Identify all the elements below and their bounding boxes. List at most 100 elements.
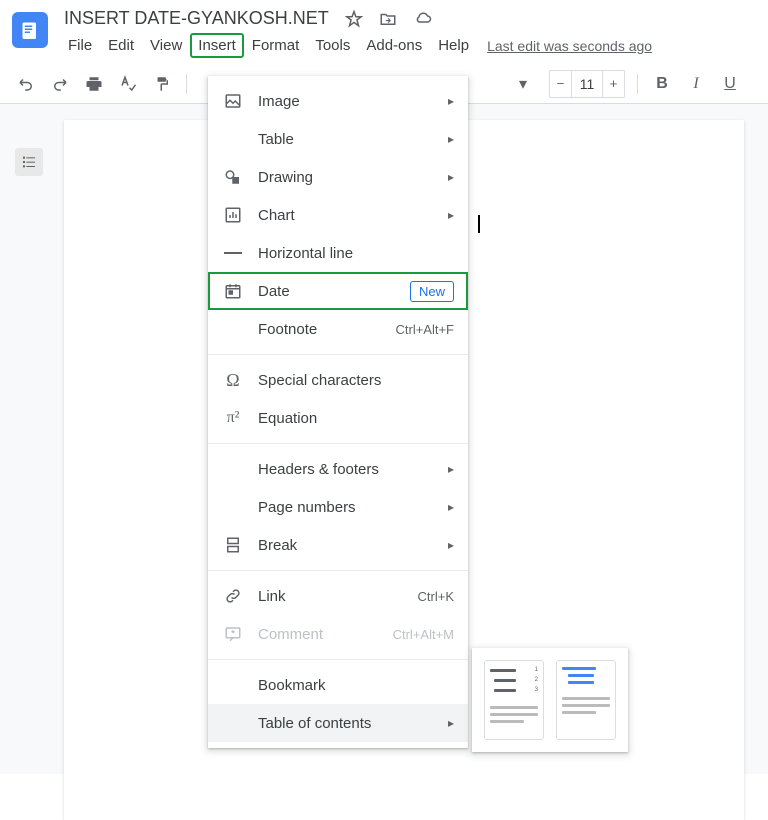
menu-addons[interactable]: Add-ons (358, 33, 430, 58)
insert-headers-footers[interactable]: Headers & footers ▸ (208, 450, 468, 488)
separator (208, 570, 468, 571)
font-size-group: − + (549, 70, 625, 98)
separator (208, 443, 468, 444)
underline-button[interactable]: U (718, 72, 742, 96)
toc-with-links[interactable] (556, 660, 616, 740)
empty-icon (222, 318, 244, 340)
bold-button[interactable]: B (650, 72, 674, 96)
shortcut: Ctrl+Alt+F (395, 322, 454, 337)
menu-tools[interactable]: Tools (307, 33, 358, 58)
styles-dropdown[interactable]: ▾ (519, 74, 539, 94)
break-icon (222, 534, 244, 556)
drawing-icon (222, 166, 244, 188)
font-size-input[interactable] (572, 71, 602, 97)
insert-chart[interactable]: Chart ▸ (208, 196, 468, 234)
separator (637, 74, 638, 94)
insert-break[interactable]: Break ▸ (208, 526, 468, 564)
menubar: File Edit View Insert Format Tools Add-o… (60, 29, 756, 64)
comment-icon (222, 623, 244, 645)
shortcut: Ctrl+Alt+M (393, 627, 454, 642)
last-edit-link[interactable]: Last edit was seconds ago (487, 38, 652, 54)
insert-image[interactable]: Image ▸ (208, 82, 468, 120)
insert-table[interactable]: Table ▸ (208, 120, 468, 158)
label: Date (258, 283, 402, 300)
toc-with-page-numbers[interactable]: 1 2 3 (484, 660, 544, 740)
chart-icon (222, 204, 244, 226)
label: Bookmark (258, 677, 454, 694)
insert-date[interactable]: Date New (208, 272, 468, 310)
omega-icon: Ω (222, 369, 244, 391)
undo-button[interactable] (14, 72, 38, 96)
label: Special characters (258, 372, 454, 389)
format-paint-button[interactable] (150, 72, 174, 96)
insert-table-of-contents[interactable]: Table of contents ▸ (208, 704, 468, 742)
insert-footnote[interactable]: Footnote Ctrl+Alt+F (208, 310, 468, 348)
label: Footnote (258, 321, 395, 338)
label: Drawing (258, 169, 442, 186)
empty-icon (222, 458, 244, 480)
spellcheck-button[interactable] (116, 72, 140, 96)
toc-submenu: 1 2 3 (472, 648, 628, 752)
print-button[interactable] (82, 72, 106, 96)
new-badge: New (410, 281, 454, 302)
menu-help[interactable]: Help (430, 33, 477, 58)
calendar-icon (222, 280, 244, 302)
shortcut: Ctrl+K (418, 589, 454, 604)
empty-icon (222, 128, 244, 150)
redo-button[interactable] (48, 72, 72, 96)
insert-dropdown: Image ▸ Table ▸ Drawing ▸ Chart ▸ Horizo… (208, 76, 468, 748)
separator (208, 659, 468, 660)
submenu-arrow-icon: ▸ (448, 208, 454, 222)
empty-icon (222, 712, 244, 734)
submenu-arrow-icon: ▸ (448, 716, 454, 730)
font-size-increase[interactable]: + (602, 71, 624, 97)
menu-edit[interactable]: Edit (100, 33, 142, 58)
insert-page-numbers[interactable]: Page numbers ▸ (208, 488, 468, 526)
pi-icon: π² (222, 407, 244, 429)
label: Chart (258, 207, 442, 224)
label: Page numbers (258, 499, 442, 516)
italic-button[interactable]: I (684, 72, 708, 96)
insert-special-characters[interactable]: Ω Special characters (208, 361, 468, 399)
menu-insert[interactable]: Insert (190, 33, 244, 58)
image-icon (222, 90, 244, 112)
label: Comment (258, 626, 393, 643)
menu-view[interactable]: View (142, 33, 190, 58)
label: Link (258, 588, 418, 605)
submenu-arrow-icon: ▸ (448, 170, 454, 184)
label: Table of contents (258, 715, 442, 732)
insert-drawing[interactable]: Drawing ▸ (208, 158, 468, 196)
insert-horizontal-line[interactable]: Horizontal line (208, 234, 468, 272)
menu-format[interactable]: Format (244, 33, 308, 58)
submenu-arrow-icon: ▸ (448, 462, 454, 476)
menu-file[interactable]: File (60, 33, 100, 58)
submenu-arrow-icon: ▸ (448, 94, 454, 108)
submenu-arrow-icon: ▸ (448, 500, 454, 514)
submenu-arrow-icon: ▸ (448, 132, 454, 146)
separator (186, 74, 187, 94)
move-icon[interactable] (379, 10, 397, 28)
document-title[interactable]: INSERT DATE-GYANKOSH.NET (64, 8, 329, 29)
insert-link[interactable]: Link Ctrl+K (208, 577, 468, 615)
label: Equation (258, 410, 454, 427)
text-cursor (478, 215, 480, 233)
label: Image (258, 93, 442, 110)
cloud-icon[interactable] (413, 10, 433, 28)
outline-button[interactable] (15, 148, 43, 176)
separator (208, 354, 468, 355)
submenu-arrow-icon: ▸ (448, 538, 454, 552)
empty-icon (222, 496, 244, 518)
label: Headers & footers (258, 461, 442, 478)
font-size-decrease[interactable]: − (550, 71, 572, 97)
line-icon (222, 242, 244, 264)
label: Break (258, 537, 442, 554)
insert-bookmark[interactable]: Bookmark (208, 666, 468, 704)
label: Table (258, 131, 442, 148)
link-icon (222, 585, 244, 607)
label: Horizontal line (258, 245, 454, 262)
insert-equation[interactable]: π² Equation (208, 399, 468, 437)
empty-icon (222, 674, 244, 696)
insert-comment: Comment Ctrl+Alt+M (208, 615, 468, 653)
docs-logo[interactable] (12, 12, 48, 48)
star-icon[interactable] (345, 10, 363, 28)
